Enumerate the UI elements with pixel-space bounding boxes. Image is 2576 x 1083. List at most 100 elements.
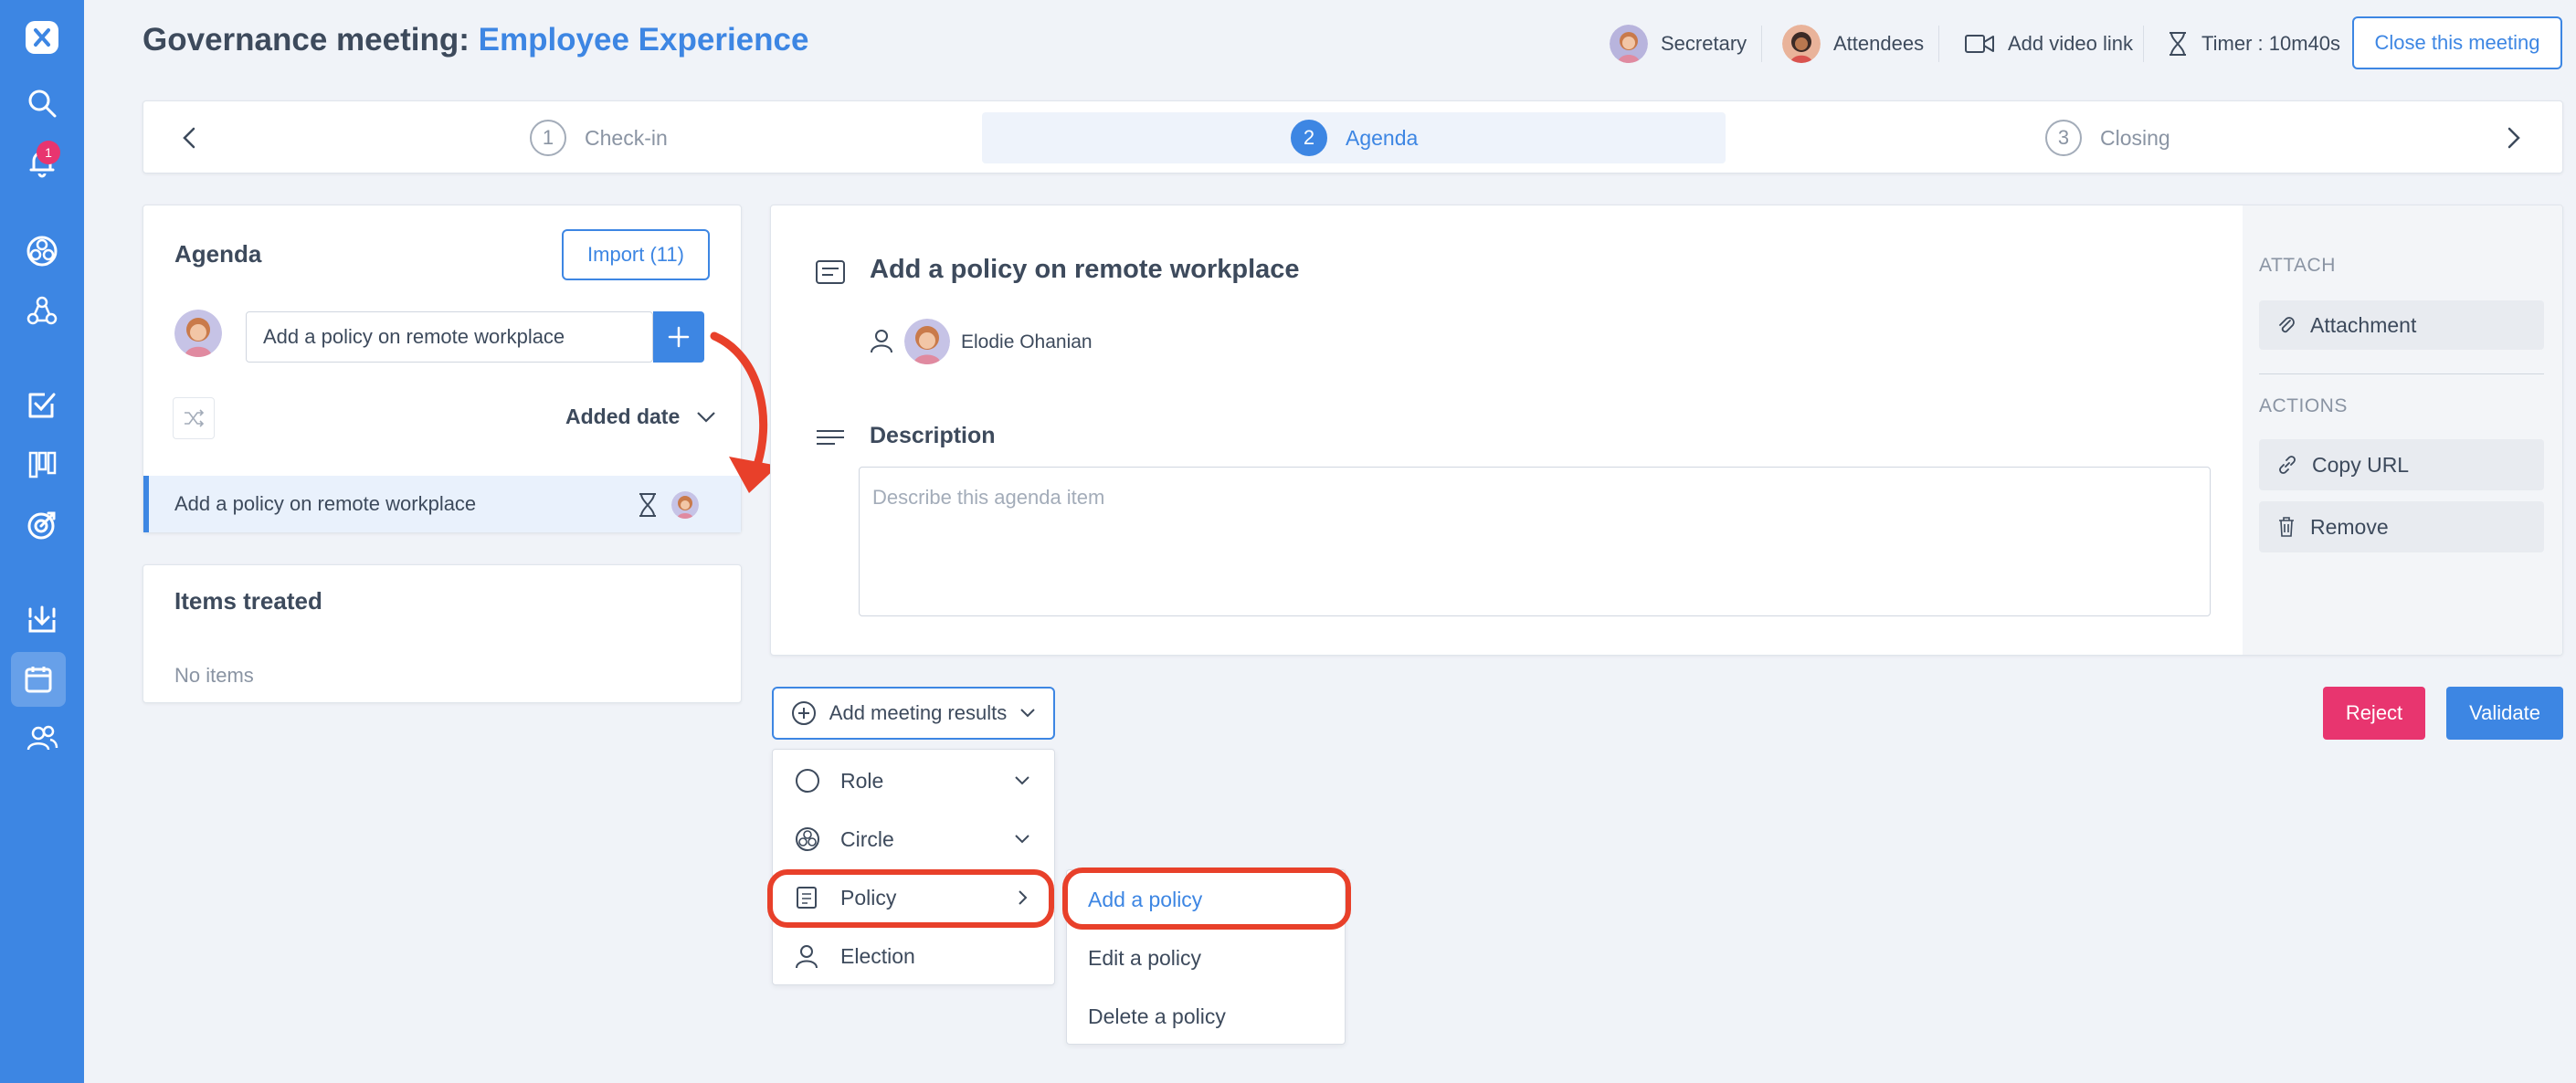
previous-step-icon[interactable] [175,121,205,154]
attendees-avatar [1782,25,1821,63]
attachment-label: Attachment [2310,312,2417,337]
chevron-down-icon [1020,709,1035,718]
header-divider [1761,26,1762,62]
election-icon [796,945,818,969]
page-title: Governance meeting: Employee Experience [143,22,808,58]
no-items-text: No items [174,664,254,687]
import-button[interactable]: Import (11) [562,229,710,280]
item-sidebar: ATTACH Attachment ACTIONS Copy URL Remov… [2243,205,2562,655]
add-meeting-results-label: Add meeting results [829,701,1008,724]
roles-icon[interactable] [21,290,63,332]
items-treated-title: Items treated [174,587,322,615]
search-icon[interactable] [21,82,63,124]
description-field[interactable]: Describe this agenda item [859,467,2211,616]
shuffle-icon [185,409,205,427]
agenda-title: Agenda [174,240,262,268]
items-treated-panel: Items treated No items [143,564,742,703]
step-closing[interactable]: 3 Closing [2045,120,2170,156]
circles-icon[interactable] [21,230,63,272]
close-meeting-button[interactable]: Close this meeting [2352,16,2562,69]
add-agenda-item-button[interactable] [653,311,704,363]
agenda-item-icon [815,258,846,286]
logo-icon[interactable] [21,16,63,58]
role-icon [796,769,819,793]
shuffle-button[interactable] [173,397,215,439]
copy-url-label: Copy URL [2312,452,2410,477]
reject-button[interactable]: Reject [2323,687,2425,740]
plus-icon [668,326,690,348]
timer-button[interactable]: Timer : 10m40s [2167,24,2340,64]
agenda-item-label: Add a policy on remote workplace [174,492,477,515]
chevron-down-icon [1015,835,1029,844]
sidebar-divider [2259,373,2544,374]
user-avatar [174,310,222,357]
submenu-label: Edit a policy [1088,945,1202,970]
next-step-icon[interactable] [2498,121,2528,154]
tasks-icon[interactable] [21,384,63,426]
owner-name[interactable]: Elodie Ohanian [961,331,1093,353]
results-menu: Role Circle Policy Election [772,749,1055,985]
add-policy-highlight-ring [1062,867,1351,930]
step-label: Check-in [585,125,668,150]
paperclip-icon [2279,317,2295,333]
goals-icon[interactable] [21,504,63,546]
menu-item-label: Circle [840,826,894,851]
attachment-button[interactable]: Attachment [2259,300,2544,350]
policy-highlight-ring [767,869,1054,928]
actions-section-label: ACTIONS [2259,395,2348,416]
menu-item-role[interactable]: Role [773,752,1054,810]
owner-avatar [904,319,950,364]
link-icon [2279,456,2296,474]
meeting-stepper: 1 Check-in 2 Agenda 3 Closing [143,100,2563,173]
members-icon[interactable] [21,718,63,760]
add-video-link-button[interactable]: Add video link [1964,24,2133,64]
agenda-panel: Agenda Import (11) Add a policy on remot… [143,205,742,533]
step-label: Agenda [1346,125,1419,150]
description-icon [815,428,846,447]
agenda-list-item[interactable]: Add a policy on remote workplace [143,476,741,532]
validate-button[interactable]: Validate [2446,687,2563,740]
timer-label: Timer : 10m40s [2201,32,2341,55]
left-nav: 1 [0,0,84,1083]
meetings-icon[interactable] [11,652,66,707]
secretary-button[interactable]: Secretary [1610,24,1747,64]
owner-icon [870,328,893,353]
video-icon [1964,33,1995,55]
menu-item-election[interactable]: Election [773,927,1054,985]
submenu-delete-policy[interactable]: Delete a policy [1067,987,1345,1046]
step-checkin[interactable]: 1 Check-in [530,120,668,156]
remove-label: Remove [2310,514,2389,539]
hourglass-icon [2167,31,2189,57]
menu-item-circle[interactable]: Circle [773,810,1054,868]
title-prefix: Governance meeting: [143,22,479,58]
chevron-down-icon [1015,776,1029,785]
circle-name[interactable]: Employee Experience [479,22,809,58]
inbox-icon[interactable] [21,598,63,640]
submenu-label: Delete a policy [1088,1004,1226,1028]
notification-badge: 1 [37,141,60,164]
step-number: 3 [2045,120,2082,156]
video-label: Add video link [2008,32,2133,55]
secretary-avatar [1610,25,1648,63]
hourglass-icon [639,493,656,517]
add-meeting-results-button[interactable]: Add meeting results [772,687,1055,740]
header-divider [1938,26,1939,62]
description-label: Description [870,423,996,448]
header-divider [2143,26,2144,62]
circle-icon [796,827,819,851]
step-label: Closing [2100,125,2170,150]
agenda-item-title[interactable]: Add a policy on remote workplace [870,255,1300,285]
submenu-edit-policy[interactable]: Edit a policy [1067,929,1345,987]
secretary-label: Secretary [1661,32,1747,55]
agenda-item-input[interactable]: Add a policy on remote workplace [246,311,653,363]
board-icon[interactable] [21,444,63,486]
attendees-button[interactable]: Attendees [1782,24,1924,64]
step-agenda[interactable]: 2 Agenda [1291,120,1418,156]
remove-button[interactable]: Remove [2259,501,2544,552]
sort-dropdown[interactable]: Added date [565,405,716,429]
agenda-detail-panel: Add a policy on remote workplace Elodie … [770,205,2563,656]
attendees-label: Attendees [1833,32,1925,55]
menu-item-label: Election [840,943,915,968]
copy-url-button[interactable]: Copy URL [2259,439,2544,490]
trash-icon [2279,517,2294,537]
